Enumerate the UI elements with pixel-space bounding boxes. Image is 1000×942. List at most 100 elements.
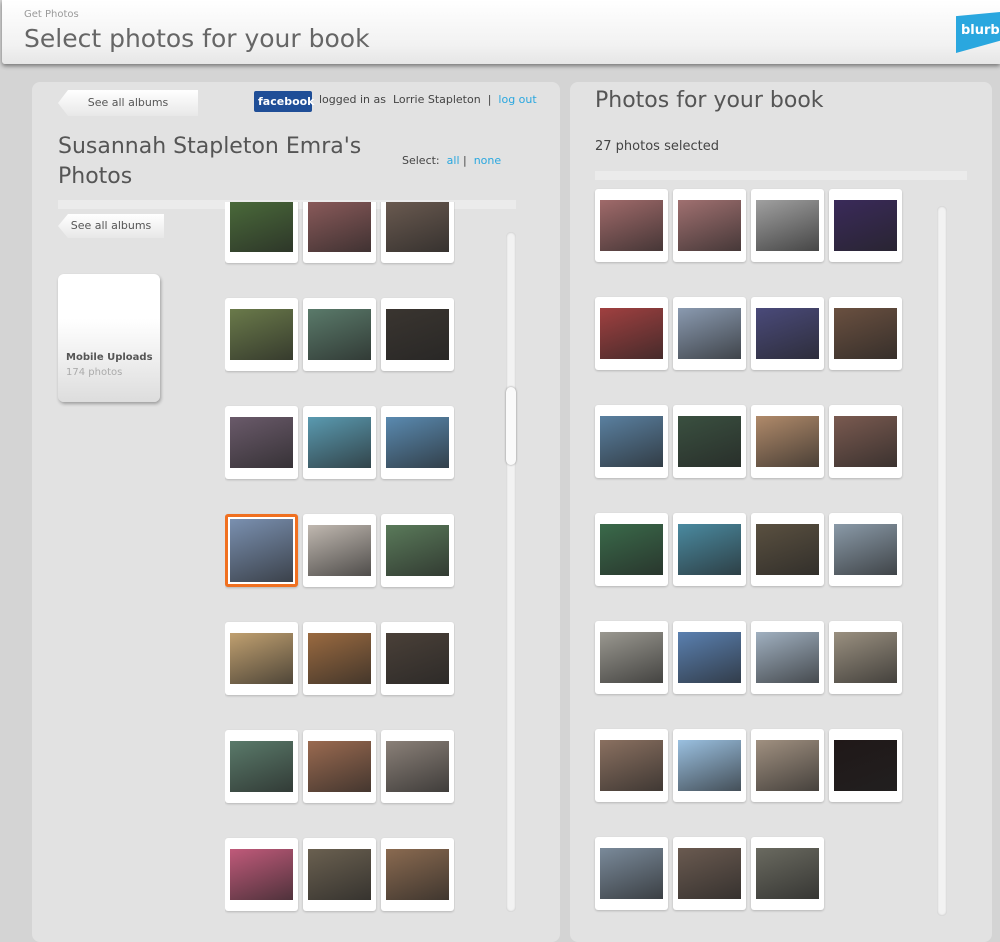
- photo-image: [756, 200, 819, 251]
- separator: |: [487, 93, 492, 106]
- book-photo[interactable]: [673, 513, 746, 586]
- see-all-albums-button[interactable]: See all albums: [58, 90, 198, 116]
- photo-image: [756, 632, 819, 683]
- see-all-albums-side-button[interactable]: See all albums: [58, 214, 164, 238]
- book-photos-title: Photos for your book: [595, 88, 824, 113]
- photo-image: [230, 849, 293, 900]
- photo-image: [678, 308, 741, 359]
- photo-image: [678, 524, 741, 575]
- album-photo[interactable]: [303, 838, 376, 911]
- login-status: logged in as Lorrie Stapleton | log out: [319, 93, 537, 106]
- album-photo[interactable]: [381, 202, 454, 263]
- photo-image: [230, 202, 293, 252]
- album-photo[interactable]: [303, 298, 376, 371]
- book-panel: Photos for your book 27 photos selected: [570, 82, 992, 942]
- book-photo[interactable]: [751, 405, 824, 478]
- book-photo[interactable]: [751, 837, 824, 910]
- photo-image: [834, 200, 897, 251]
- photo-image: [756, 524, 819, 575]
- book-photo[interactable]: [673, 297, 746, 370]
- book-photo[interactable]: [673, 621, 746, 694]
- photo-image: [600, 308, 663, 359]
- album-photo[interactable]: [225, 622, 298, 695]
- book-photo[interactable]: [595, 405, 668, 478]
- book-photo[interactable]: [595, 513, 668, 586]
- logout-link[interactable]: log out: [498, 93, 536, 106]
- book-photo[interactable]: [595, 837, 668, 910]
- logged-in-label: logged in as: [319, 93, 386, 106]
- album-photo[interactable]: [225, 838, 298, 911]
- album-photo[interactable]: [303, 202, 376, 263]
- album-photo[interactable]: [303, 622, 376, 695]
- book-photo[interactable]: [673, 189, 746, 262]
- album-photo[interactable]: [225, 730, 298, 803]
- photo-image: [834, 524, 897, 575]
- book-photo[interactable]: [595, 189, 668, 262]
- album-panel: See all albums facebook logged in as Lor…: [32, 82, 560, 942]
- photo-image: [386, 525, 449, 576]
- album-name: Mobile Uploads: [66, 352, 153, 363]
- photo-image: [834, 416, 897, 467]
- photo-image: [678, 416, 741, 467]
- book-photo[interactable]: [829, 621, 902, 694]
- album-photo-count: 174 photos: [66, 367, 123, 378]
- book-photo[interactable]: [751, 729, 824, 802]
- book-photo-grid: [595, 189, 905, 939]
- book-photo[interactable]: [829, 513, 902, 586]
- book-photo[interactable]: [673, 837, 746, 910]
- album-photo[interactable]: [381, 406, 454, 479]
- book-photo[interactable]: [673, 405, 746, 478]
- photo-image: [834, 308, 897, 359]
- album-photo[interactable]: [381, 730, 454, 803]
- book-photo[interactable]: [595, 729, 668, 802]
- album-card-mobile-uploads[interactable]: Mobile Uploads 174 photos: [58, 274, 160, 402]
- photo-image: [230, 633, 293, 684]
- book-photo[interactable]: [595, 621, 668, 694]
- photo-image: [308, 741, 371, 792]
- album-photo[interactable]: [381, 514, 454, 587]
- select-label: Select:: [402, 154, 440, 167]
- photo-image: [308, 417, 371, 468]
- book-photo[interactable]: [595, 297, 668, 370]
- book-photo[interactable]: [829, 297, 902, 370]
- photo-image: [756, 416, 819, 467]
- album-photo[interactable]: [225, 298, 298, 371]
- album-photo[interactable]: [303, 730, 376, 803]
- photo-image: [308, 309, 371, 360]
- select-all-link[interactable]: all: [447, 154, 460, 167]
- photo-image: [756, 848, 819, 899]
- album-photo[interactable]: [303, 406, 376, 479]
- blurb-logo[interactable]: blurb: [956, 12, 1000, 53]
- facebook-logo: facebook: [254, 91, 315, 112]
- photo-image: [230, 741, 293, 792]
- album-photo[interactable]: [303, 514, 376, 587]
- select-none-link[interactable]: none: [474, 154, 501, 167]
- book-photo[interactable]: [751, 621, 824, 694]
- photo-image: [678, 740, 741, 791]
- album-photo-selected[interactable]: [225, 514, 298, 587]
- album-photo[interactable]: [381, 298, 454, 371]
- album-scrollbar[interactable]: [506, 232, 516, 912]
- album-photo[interactable]: [381, 838, 454, 911]
- photo-image: [230, 519, 293, 582]
- book-photo[interactable]: [751, 189, 824, 262]
- book-photo[interactable]: [751, 297, 824, 370]
- book-scrollbar[interactable]: [937, 206, 947, 916]
- book-photo[interactable]: [829, 189, 902, 262]
- photo-image: [386, 417, 449, 468]
- photo-image: [386, 633, 449, 684]
- album-photo[interactable]: [381, 622, 454, 695]
- album-photo[interactable]: [225, 406, 298, 479]
- album-photo[interactable]: [225, 202, 298, 263]
- book-photo[interactable]: [673, 729, 746, 802]
- book-photo[interactable]: [751, 513, 824, 586]
- album-scroll-thumb[interactable]: [506, 387, 516, 465]
- photo-image: [678, 632, 741, 683]
- photo-image: [600, 416, 663, 467]
- book-photo[interactable]: [829, 405, 902, 478]
- photo-image: [308, 633, 371, 684]
- photo-image: [386, 741, 449, 792]
- book-photo[interactable]: [829, 729, 902, 802]
- page-title: Select photos for your book: [24, 24, 370, 53]
- photo-image: [600, 740, 663, 791]
